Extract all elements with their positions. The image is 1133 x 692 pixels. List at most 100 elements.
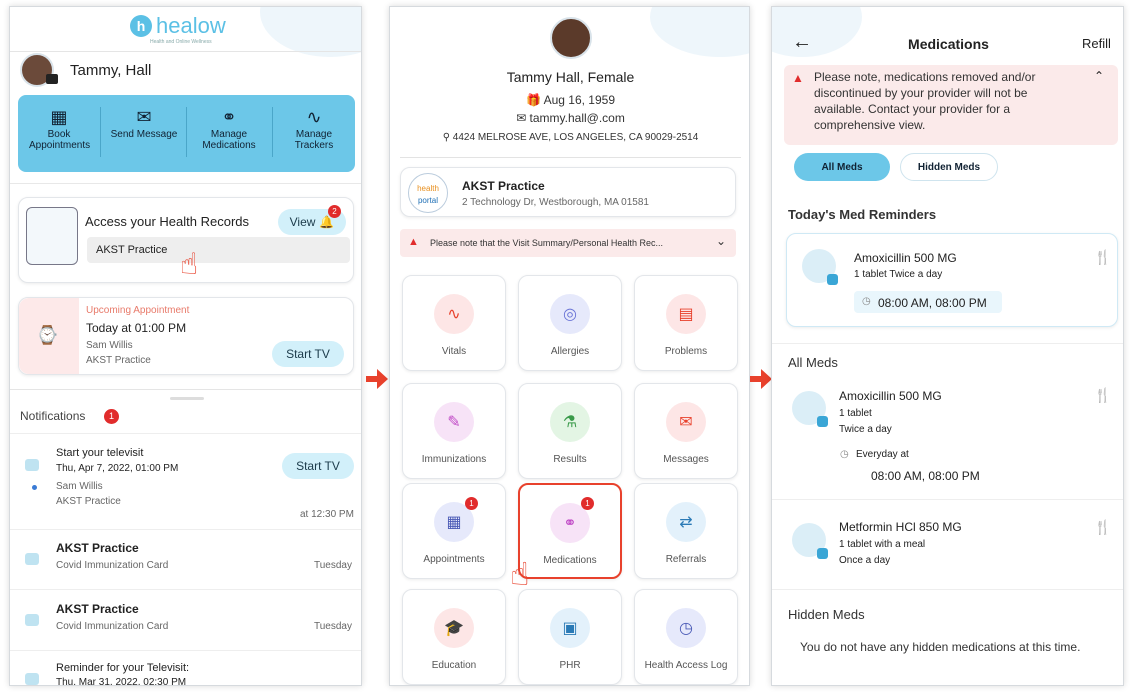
chevron-up-icon[interactable]: ⌃ — [1094, 69, 1104, 83]
user-name[interactable]: Tammy, Hall — [70, 62, 151, 79]
start-tv-button[interactable]: Start TV — [282, 453, 354, 479]
mail-icon: ✉ — [516, 111, 527, 125]
appointment-provider: Sam Willis — [86, 340, 133, 351]
syringe-icon: ✎ — [434, 402, 474, 442]
tile-allergies[interactable]: ◎ Allergies — [518, 275, 622, 371]
tile-label: Problems — [664, 346, 708, 357]
fork-knife-icon: 🍴 — [1094, 387, 1112, 403]
appointment-practice: AKST Practice — [86, 355, 151, 366]
flow-arrow-icon — [750, 369, 772, 389]
drag-handle[interactable] — [170, 397, 204, 400]
header-divider — [10, 51, 361, 52]
medication-times: 08:00 AM, 08:00 PM — [871, 469, 980, 483]
tile-immunizations[interactable]: ✎ Immunizations — [402, 383, 506, 479]
clock-icon: ◷ — [862, 296, 871, 307]
medication-name[interactable]: Metformin HCl 850 MG — [839, 520, 962, 534]
notification-subtitle: Covid Immunization Card — [56, 560, 169, 571]
tile-phr[interactable]: ▣ PHR — [518, 589, 622, 685]
notification-title[interactable]: Start your televisit — [56, 447, 143, 459]
tile-label: Vitals — [441, 346, 467, 357]
notification-time: Tuesday — [314, 560, 352, 571]
clock-icon: ◷ — [840, 449, 849, 460]
notification-subtitle: Covid Immunization Card — [56, 621, 169, 632]
avatar — [550, 17, 592, 59]
unread-dot — [32, 485, 37, 490]
envelope-icon — [25, 553, 39, 565]
medication-name[interactable]: Amoxicillin 500 MG — [839, 389, 942, 403]
tile-label: PHR — [559, 660, 581, 671]
notification-title[interactable]: Reminder for your Televisit: — [56, 662, 189, 674]
appointment-time: Today at 01:00 PM — [86, 321, 187, 335]
divider — [186, 107, 187, 157]
warning-icon: ▲ — [792, 71, 804, 85]
hidden-meds-heading: Hidden Meds — [788, 607, 865, 622]
medication-frequency: Twice a day — [839, 424, 892, 435]
reminder-times: 08:00 AM, 08:00 PM — [878, 296, 987, 310]
logo-subtitle: Health and Online Wellness — [150, 39, 212, 45]
tile-health-access-log[interactable]: ◷ Health Access Log — [634, 589, 738, 685]
notification-time: Tuesday — [314, 621, 352, 632]
notification-title[interactable]: AKST Practice — [56, 541, 139, 555]
health-portal-logo: health portal — [408, 173, 448, 213]
practice-card[interactable] — [400, 167, 736, 217]
folder-records-icon — [26, 207, 78, 265]
divider — [772, 499, 1123, 500]
tile-referrals[interactable]: ⇄ Referrals — [634, 483, 738, 579]
notification-subtitle: Thu, Apr 7, 2022, 01:00 PM — [56, 463, 179, 474]
appointment-label: Upcoming Appointment — [86, 305, 190, 316]
book-appointments-button[interactable]: ▦ Book Appointments — [18, 95, 100, 167]
envelope-icon: ✉ — [666, 402, 706, 442]
divider — [400, 157, 741, 158]
video-icon — [25, 459, 39, 471]
email: tammy.hall@.com — [529, 111, 625, 125]
practice-name: AKST Practice — [96, 244, 168, 256]
divider — [272, 107, 273, 157]
phr-icon: ▣ — [550, 608, 590, 648]
tile-medications[interactable]: ⚭ Medications — [518, 483, 622, 579]
video-icon — [25, 673, 39, 685]
envelope-icon — [25, 614, 39, 626]
gift-icon: 🎁 — [525, 93, 541, 107]
tab-all-meds[interactable]: All Meds — [794, 153, 890, 181]
tile-appointments[interactable]: ▦ Appointments — [402, 483, 506, 579]
notification-provider: Sam Willis — [56, 481, 103, 492]
divider — [10, 589, 361, 590]
medication-dose: 1 tablet — [839, 408, 872, 419]
tile-education[interactable]: 🎓 Education — [402, 589, 506, 685]
tile-vitals[interactable]: ∿ Vitals — [402, 275, 506, 371]
tile-label: Medications — [543, 555, 597, 566]
quick-action-label: Send Message — [110, 129, 178, 140]
tile-problems[interactable]: ▤ Problems — [634, 275, 738, 371]
chevron-down-icon[interactable]: ⌄ — [716, 234, 726, 248]
practice-name: AKST Practice — [462, 179, 545, 193]
fork-knife-icon: 🍴 — [1094, 519, 1112, 535]
quick-action-label: Manage Trackers — [294, 129, 334, 151]
tile-label: Referrals — [665, 554, 707, 565]
home-screen: h healow Health and Online Wellness Tamm… — [9, 6, 362, 686]
warning-icon: ▲ — [408, 236, 419, 248]
tile-label: Results — [553, 454, 587, 465]
logo-text: healow — [156, 13, 226, 38]
pills-icon: ⚭ — [221, 107, 237, 127]
patient-name: Tammy Hall, Female — [506, 69, 635, 85]
notifications-label: Notifications — [20, 409, 86, 423]
notification-title[interactable]: AKST Practice — [56, 602, 139, 616]
refill-button[interactable]: Refill — [1082, 36, 1111, 51]
send-message-button[interactable]: ✉ Send Message — [103, 95, 185, 167]
manage-trackers-button[interactable]: ∿ Manage Trackers — [273, 95, 355, 167]
tab-hidden-meds[interactable]: Hidden Meds — [900, 153, 998, 181]
view-label: View — [289, 215, 316, 229]
medication-icon — [792, 391, 828, 427]
tile-messages[interactable]: ✉ Messages — [634, 383, 738, 479]
start-tv-button[interactable]: Start TV — [272, 341, 344, 367]
fork-knife-icon: 🍴 — [1094, 249, 1112, 265]
page-title: Medications — [908, 36, 989, 52]
medication-icon — [792, 523, 828, 559]
manage-medications-button[interactable]: ⚭ Manage Medications — [188, 95, 270, 167]
referral-icon: ⇄ — [666, 502, 706, 542]
notice-text: Please note that the Visit Summary/Perso… — [430, 238, 663, 248]
flow-arrow-icon — [366, 369, 388, 389]
tile-results[interactable]: ⚗ Results — [518, 383, 622, 479]
divider — [100, 107, 101, 157]
records-title: Access your Health Records — [85, 214, 250, 229]
